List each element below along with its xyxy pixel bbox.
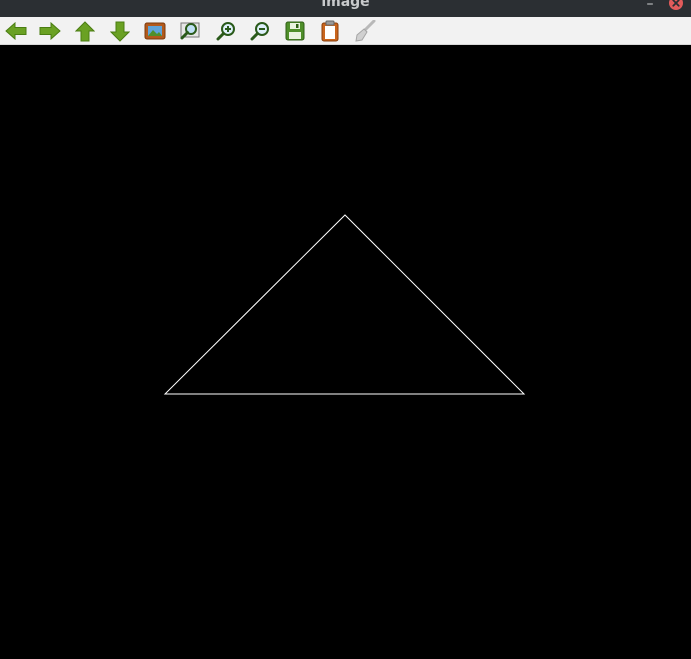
zoom-out-button[interactable] [248, 20, 272, 42]
close-button[interactable] [668, 0, 684, 11]
image-canvas [0, 45, 691, 659]
picture-icon [144, 22, 166, 40]
picture-button[interactable] [143, 20, 167, 42]
clear-brush-icon [355, 20, 376, 42]
window-title: image [321, 0, 370, 10]
zoom-out-icon [250, 22, 269, 41]
forward-button[interactable] [38, 20, 62, 42]
canvas-drawing [163, 214, 526, 395]
forward-arrow-icon [39, 22, 61, 40]
down-button[interactable] [108, 20, 132, 42]
close-icon [669, 0, 683, 10]
zoom-in-button[interactable] [214, 20, 238, 42]
triangle-shape [163, 214, 526, 395]
down-arrow-icon [110, 21, 130, 42]
back-arrow-icon [5, 22, 27, 40]
zoom-fit-button[interactable] [178, 20, 202, 42]
back-button[interactable] [4, 20, 28, 42]
up-button[interactable] [73, 20, 97, 42]
clipboard-button[interactable] [318, 20, 342, 42]
save-icon [285, 21, 305, 41]
clear-button[interactable] [353, 20, 377, 42]
minimize-button[interactable]: – [642, 0, 658, 12]
save-button[interactable] [283, 20, 307, 42]
zoom-in-icon [216, 22, 235, 41]
clipboard-icon [321, 20, 339, 42]
up-arrow-icon [75, 20, 95, 41]
title-bar: image – [0, 0, 691, 17]
image-window: image – [0, 0, 691, 659]
zoom-fit-icon [180, 22, 200, 40]
toolbar [0, 17, 691, 45]
